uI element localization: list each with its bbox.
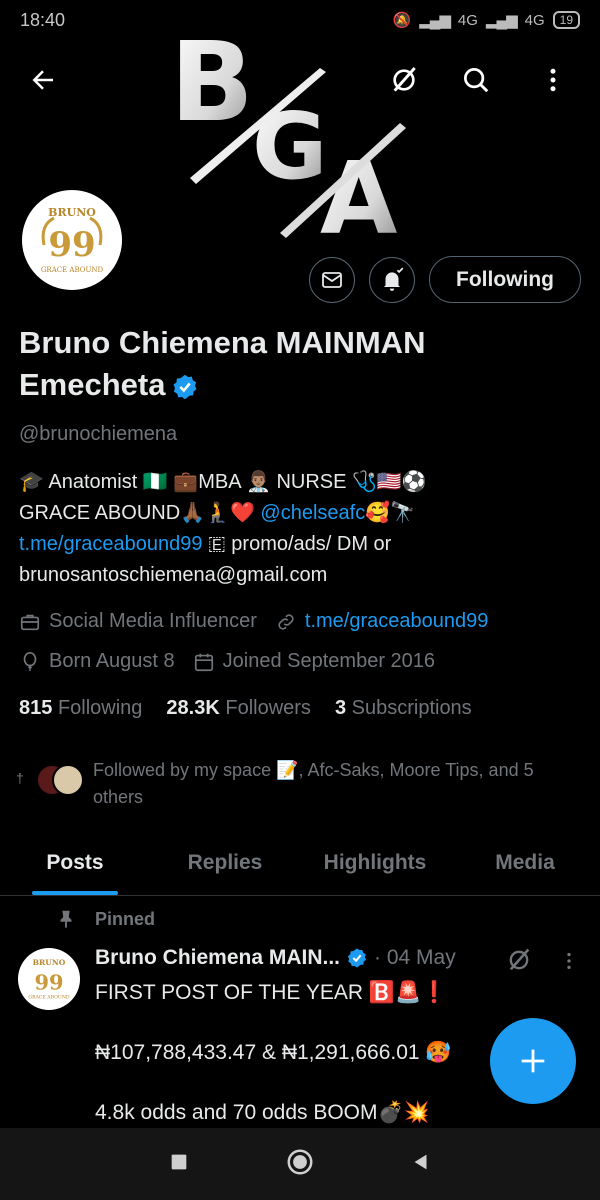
followed-by-text[interactable]: Followed by my space 📝, Afc-Saks, Moore … (93, 757, 583, 811)
tab-posts[interactable]: Posts (0, 830, 150, 895)
profile-handle: @brunochiemena (19, 423, 178, 445)
svg-text:99: 99 (34, 969, 63, 994)
system-nav-bar (0, 1128, 600, 1200)
bio-line: 🎓 Anatomist 🇳🇬 💼MBA 👨🏽‍⚕️ NURSE 🩺🇺🇸⚽ (19, 471, 427, 493)
svg-text:GRACE ABOUND: GRACE ABOUND (28, 995, 69, 1001)
svg-text:GRACE ABOUND: GRACE ABOUND (41, 266, 104, 274)
balloon-icon (23, 651, 37, 671)
post-line: FIRST POST OF THE YEAR 🅱️🚨❗ (95, 981, 448, 1004)
post-line: ₦107,788,433.47 & ₦1,291,666.01 🥵 (95, 1041, 452, 1064)
status-bar: 18:40 🔕 ▂▄▆ 4G ▂▄▆ 4G 19 (0, 0, 600, 40)
network-label-2: 4G (524, 11, 545, 29)
bio-line: GRACE ABOUND🙏🏾🧎❤️ @chelseafc🥰🔭 (19, 502, 416, 524)
svg-text:G: G (252, 93, 328, 200)
square-icon (171, 1154, 186, 1169)
birthday: Born August 8 (19, 650, 175, 673)
join-date: Joined September 2016 (193, 650, 435, 673)
triangle-back-icon (414, 1154, 427, 1169)
tab-replies[interactable]: Replies (150, 830, 300, 895)
calendar-icon (194, 653, 213, 671)
chelsea-mention-link[interactable]: @chelseafc (260, 502, 365, 524)
profile-bio: 🎓 Anatomist 🇳🇬 💼MBA 👨🏽‍⚕️ NURSE 🩺🇺🇸⚽ GRA… (19, 467, 579, 591)
home-button[interactable] (285, 1147, 315, 1182)
compose-post-button[interactable] (490, 1018, 576, 1104)
more-vertical-icon (550, 68, 556, 92)
message-button[interactable] (309, 257, 355, 303)
grok-button[interactable] (381, 57, 427, 103)
dagger-mark: † (16, 770, 24, 786)
briefcase-icon (20, 614, 40, 630)
post-more-button[interactable] (558, 950, 580, 977)
profile-meta-row-1: Social Media Influencer t.me/graceabound… (19, 610, 506, 633)
status-icons: 🔕 ▂▄▆ 4G ▂▄▆ 4G 19 (393, 11, 580, 29)
network-label-1: 4G (457, 11, 478, 29)
grace-abound-logo: BRUNO 99 GRACE ABOUND (26, 194, 118, 286)
search-icon (464, 68, 489, 93)
circle-icon (287, 1149, 313, 1174)
grok-icon (393, 67, 416, 92)
svg-text:99: 99 (48, 225, 95, 265)
post-grok-button[interactable] (505, 946, 533, 979)
svg-text:BRUNO: BRUNO (48, 206, 96, 219)
post-line: 4.8k odds and 70 odds BOOM💣💥 (95, 1101, 430, 1124)
recents-button[interactable] (168, 1151, 190, 1178)
profile-stats: 815 Following 28.3K Followers 3 Subscrip… (19, 697, 472, 720)
bio-line: t.me/graceabound99 🇪 promo/ads/ DM or (19, 533, 392, 555)
category: Social Media Influencer (19, 610, 257, 633)
pin-icon (60, 910, 72, 929)
svg-text:BRUNO: BRUNO (33, 958, 66, 967)
verified-badge-icon (347, 948, 367, 968)
follower-avatar (52, 764, 84, 796)
envelope-icon (322, 272, 342, 288)
battery-icon: 19 (552, 11, 580, 29)
website[interactable]: t.me/graceabound99 (275, 610, 488, 633)
arrow-left-icon (32, 70, 53, 90)
more-options-button[interactable] (530, 57, 576, 103)
notifications-button[interactable] (369, 257, 415, 303)
following-stat[interactable]: 815 Following (19, 697, 142, 720)
profile-avatar[interactable]: BRUNO 99 GRACE ABOUND (18, 186, 126, 294)
search-button[interactable] (453, 57, 499, 103)
bell-check-icon (383, 267, 404, 291)
svg-text:B: B (170, 28, 254, 146)
link-icon (278, 613, 294, 630)
post-author-avatar[interactable]: BRUNO 99 GRACE ABOUND (18, 948, 80, 1010)
verified-badge-icon (173, 374, 198, 400)
post-date: · 04 May (374, 946, 456, 969)
post-body[interactable]: FIRST POST OF THE YEAR 🅱️🚨❗ ₦107,788,433… (95, 978, 495, 1128)
pinned-label: Pinned (55, 908, 155, 930)
tab-media[interactable]: Media (450, 830, 600, 895)
profile-tabs: Posts Replies Highlights Media (0, 830, 600, 896)
back-nav-button[interactable] (410, 1151, 432, 1178)
grace-abound-logo-small: BRUNO 99 GRACE ABOUND (28, 958, 69, 1001)
back-button[interactable] (20, 57, 66, 103)
mute-icon: 🔕 (392, 12, 412, 29)
tab-highlights[interactable]: Highlights (300, 830, 450, 895)
followers-stat[interactable]: 28.3K Followers (166, 697, 311, 720)
signal-icon: ▂▄▆ (419, 12, 451, 29)
telegram-link[interactable]: t.me/graceabound99 (19, 533, 202, 555)
more-vertical-icon (567, 952, 571, 970)
post-header: Bruno Chiemena MAIN... · 04 May (95, 946, 456, 970)
signal-icon-2: ▂▄▆ (485, 12, 518, 29)
grok-icon (509, 948, 530, 971)
following-button[interactable]: Following (429, 256, 581, 303)
plus-icon (521, 1049, 545, 1073)
post-author-name[interactable]: Bruno Chiemena MAIN... (95, 946, 340, 970)
status-time: 18:40 (20, 9, 66, 30)
bio-email: brunosantoschiemena@gmail.com (19, 564, 328, 586)
subscriptions-stat[interactable]: 3 Subscriptions (335, 697, 472, 720)
profile-name: Bruno Chiemena MAINMAN Emecheta (19, 325, 426, 402)
profile-meta-row-2: Born August 8 Joined September 2016 (19, 650, 453, 673)
